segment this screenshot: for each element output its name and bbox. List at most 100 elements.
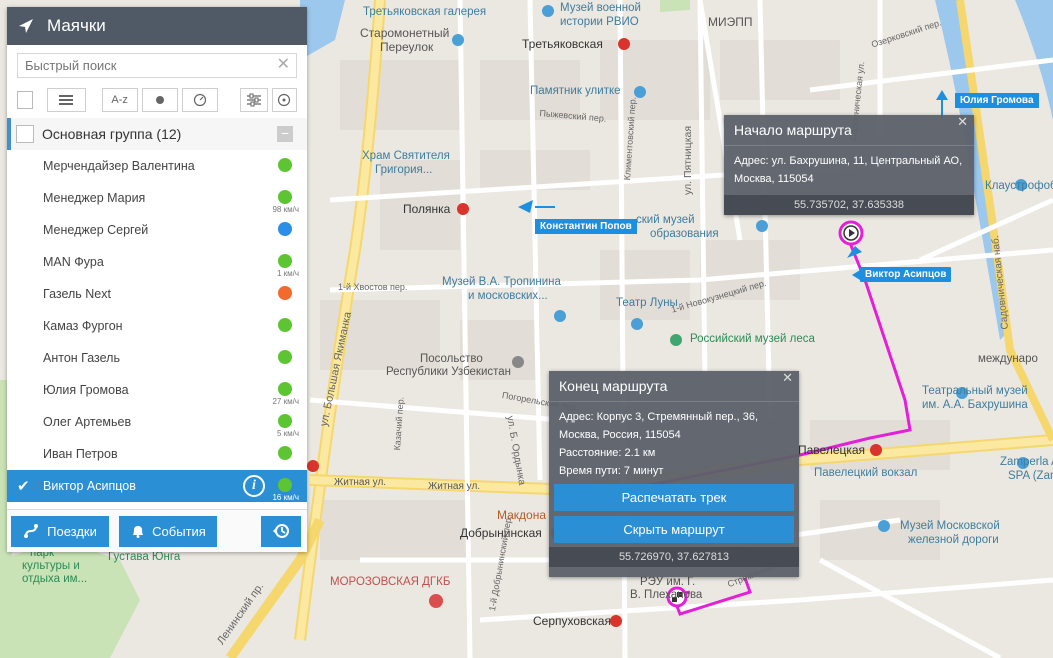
tracker-name: Менеджер Сергей [43,223,149,237]
status-dot [278,318,292,332]
map-label: Музей военной [560,2,641,14]
trackers-panel: Маячки ✕ A-z Основная группа (12) − Мерч… [7,7,307,552]
tracker-item[interactable]: MAN Фура 1 км/ч [7,246,307,278]
map-label: МИЭПП [708,15,753,29]
tracker-speed: 98 км/ч [272,205,299,214]
route-start-popup: Начало маршрута ✕ Адрес: ул. Бахрушина, 1… [724,115,974,215]
map-label: Театр Луны [616,297,678,309]
map-label: Житная ул. [334,477,387,488]
tracker-speed: 5 км/ч [276,429,299,438]
events-label: События [152,523,206,539]
map-label: образования [650,228,719,240]
map-label: междунаро [978,353,1038,365]
hide-route-button[interactable]: Скрыть маршрут [554,516,794,543]
list-icon [59,95,74,105]
dot-icon [155,96,164,104]
tracker-name: Олег Артемьев [43,415,132,429]
tracker-name: Антон Газель [43,351,120,365]
panel-title: Маячки [47,16,106,35]
popup-address: Адрес: ул. Бахрушина, 11, Центральный АО… [734,155,963,185]
status-dot [278,478,292,492]
select-all-checkbox[interactable] [17,91,34,109]
popup-coords: 55.735702, 37.635338 [724,195,974,215]
map-label: культуры и [22,560,80,572]
map-label: Третьяковская галерея [363,6,487,18]
popup-address: Адрес: Корпус 3, Стремянный пер., 36, Мо… [559,411,759,441]
map-label: Григория... [375,164,433,176]
sliders-icon [246,93,261,107]
sort-speed-button[interactable] [182,88,219,112]
map-label: и московских... [468,290,548,302]
map-label: Музей В.А. Тропинина [442,276,561,288]
search-input[interactable] [18,54,296,77]
filter-settings-button[interactable] [240,88,268,112]
status-dot [278,158,292,172]
clear-search-icon[interactable]: ✕ [277,57,290,73]
popup-distance: Расстояние: 2.1 км [559,447,656,459]
sort-status-button[interactable] [141,88,179,112]
map-label: отдыха им... [22,573,88,585]
tracker-item[interactable]: Олег Артемьев 5 км/ч [7,406,307,438]
map-label: Российский музей леса [690,333,815,345]
close-icon[interactable]: ✕ [782,371,793,385]
map-label: железной дороги [908,534,999,546]
navigation-arrow-icon [19,19,33,33]
status-dot [278,190,292,204]
tracker-item[interactable]: Юлия Громова 27 км/ч [7,374,307,406]
tracker-item[interactable]: Иван Петров [7,438,307,470]
tracker-name: Мерчендайзер Валентина [43,159,195,173]
sort-az-button[interactable]: A-z [101,88,138,112]
tracker-name: MAN Фура [43,255,104,269]
tracker-item[interactable]: Менеджер Сергей [7,214,307,246]
list-view-button[interactable] [47,88,86,112]
tracker-list: Мерчендайзер Валентина Менеджер Мария 98 к… [7,150,307,518]
check-icon[interactable]: ✔ [17,477,30,495]
tracker-speed: 1 км/ч [276,269,299,278]
info-icon[interactable]: i [243,475,265,497]
tracker-item[interactable]: Газель Next [7,278,307,310]
car-label-viktor[interactable]: Виктор Асипцов [851,267,952,282]
status-dot [278,254,292,268]
popup-duration: Время пути: 7 минут [559,465,664,477]
speedometer-icon [194,93,207,107]
locate-button[interactable] [271,88,297,112]
group-checkbox[interactable] [16,125,34,143]
map-label: Густава Юнга [108,551,181,563]
crosshair-icon [278,93,291,107]
map-label: Житная ул. [428,481,481,492]
tracker-name: Газель Next [43,287,111,301]
car-label-yulia[interactable]: Юлия Громова [955,93,1039,108]
events-button[interactable]: События [119,515,217,547]
tracker-speed: 16 км/ч [272,493,299,502]
search-box: ✕ [17,53,297,78]
print-track-button[interactable]: Распечатать трек [554,484,794,511]
bottom-bar: Поездки События [7,509,307,552]
map-label: SPA (Zamp [1008,470,1053,482]
map-label: РЭУ им. Г. [640,576,696,588]
tracker-item[interactable]: Менеджер Мария 98 км/ч [7,182,307,214]
map-label: Павелецкая [798,443,866,457]
status-dot [278,350,292,364]
trips-label: Поездки [47,523,97,539]
trips-button[interactable]: Поездки [11,515,109,547]
status-dot [278,382,292,396]
tracker-item[interactable]: ✔ i Виктор Асипцов 16 км/ч [7,470,307,502]
tracker-item[interactable]: Антон Газель [7,342,307,374]
map-label: истории РВИО [560,16,639,28]
popup-title: Начало маршрута [734,122,852,138]
history-button[interactable] [261,515,301,547]
tracker-name: Менеджер Мария [43,191,146,205]
tracker-name: Камаз Фургон [43,319,123,333]
tracker-name: Иван Петров [43,447,118,461]
map-label: В. Плеханова [630,589,703,601]
map-label: ский музей [636,214,695,226]
tracker-item[interactable]: Мерчендайзер Валентина [7,150,307,182]
tracker-item[interactable]: Камаз Фургон [7,310,307,342]
close-icon[interactable]: ✕ [957,115,968,129]
map-label: им. А.А. Бахрушина [922,399,1028,411]
status-dot [278,222,292,236]
collapse-icon[interactable]: − [277,126,293,142]
group-row[interactable]: Основная группа (12) − [7,118,307,150]
map-label: Клаустрофобия [985,180,1053,192]
car-label-konstantin[interactable]: Константин Попов [535,219,637,234]
